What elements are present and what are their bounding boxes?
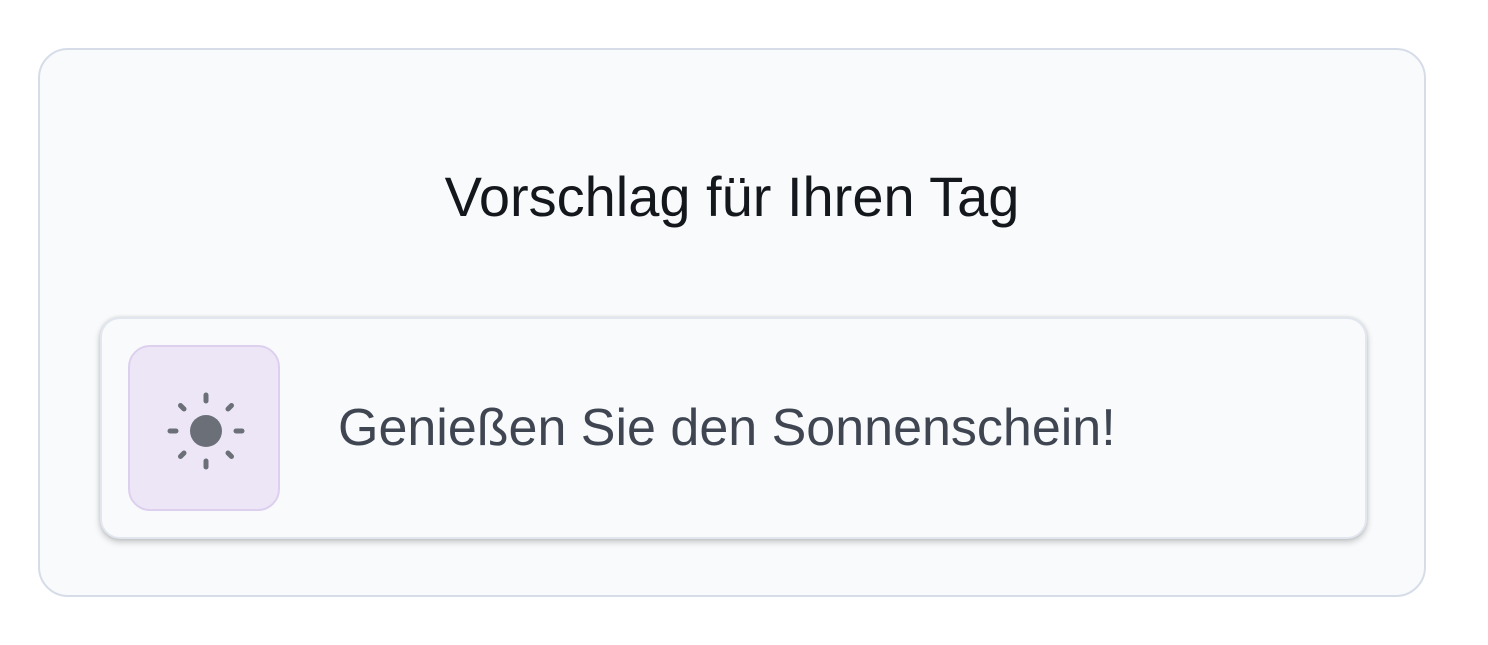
card-title: Vorschlag für Ihren Tag bbox=[444, 165, 1020, 228]
sun-icon bbox=[167, 392, 245, 470]
suggestion-card: Vorschlag für Ihren Tag Genießen Sie den… bbox=[38, 48, 1426, 597]
suggestion-item[interactable]: Genießen Sie den Sonnenschein! bbox=[100, 317, 1367, 539]
icon-container bbox=[128, 345, 280, 511]
suggestion-text: Genießen Sie den Sonnenschein! bbox=[338, 399, 1116, 457]
